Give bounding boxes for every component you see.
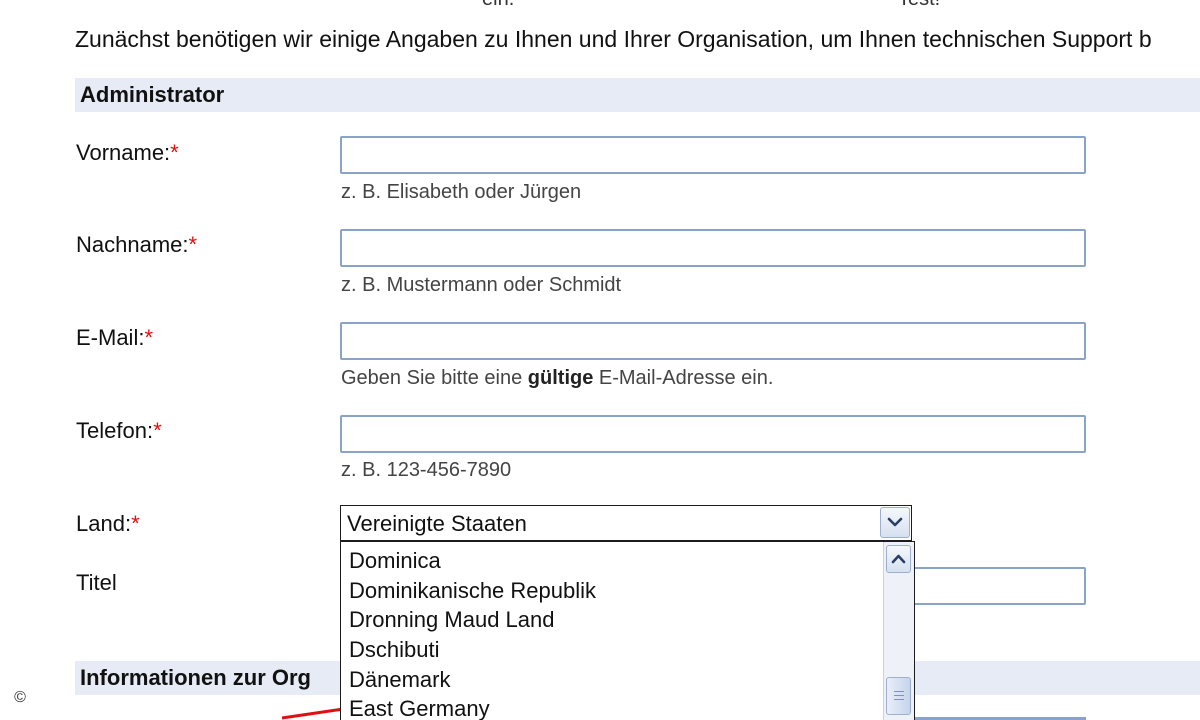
section-title-administrator: Administrator <box>80 82 225 107</box>
required-marker: * <box>131 511 140 536</box>
email-hint-bold: gültige <box>527 367 594 389</box>
email-hint-post: E-Mail-Adresse ein. <box>593 367 774 389</box>
section-bar-administrator <box>75 78 1200 112</box>
dropdown-option-dominikanische-republik[interactable]: Dominikanische Republik <box>349 578 596 604</box>
dropdown-option-dominica[interactable]: Dominica <box>349 548 441 574</box>
nachname-label: Nachname:* <box>76 232 197 258</box>
required-marker: * <box>144 325 154 350</box>
nachname-hint: z. B. Mustermann oder Schmidt <box>341 274 622 296</box>
nachname-input[interactable] <box>340 229 1086 267</box>
dropdown-option-east-germany[interactable]: East Germany <box>349 696 490 720</box>
telefon-label: Telefon:* <box>76 418 162 444</box>
email-hint-pre: Geben Sie bitte eine <box>341 367 528 389</box>
scroll-thumb[interactable] <box>886 677 911 715</box>
select-toggle-button[interactable] <box>880 507 910 538</box>
required-marker: * <box>153 418 162 443</box>
intro-text: Zunächst benötigen wir einige Angaben zu… <box>75 26 1152 52</box>
email-input[interactable] <box>340 322 1086 360</box>
land-dropdown-list[interactable]: Dominica Dominikanische Republik Dronnin… <box>340 541 915 720</box>
email-label-text: E-Mail: <box>76 325 145 350</box>
dropdown-scrollbar[interactable] <box>883 542 914 720</box>
grip-line <box>894 695 904 696</box>
required-marker: * <box>170 140 179 165</box>
vorname-label: Vorname:* <box>76 140 179 166</box>
telefon-input[interactable] <box>340 415 1086 453</box>
vorname-label-text: Vorname: <box>76 140 171 165</box>
grip-line <box>894 699 904 700</box>
cut-off-text-right: Test! <box>898 0 940 11</box>
chevron-up-icon <box>891 554 906 564</box>
vorname-input[interactable] <box>340 136 1086 174</box>
telefon-label-text: Telefon: <box>76 418 154 443</box>
chevron-down-icon <box>887 517 903 527</box>
vorname-hint: z. B. Elisabeth oder Jürgen <box>341 181 582 203</box>
land-selected-value: Vereinigte Staaten <box>347 511 527 536</box>
dropdown-option-daenemark[interactable]: Dänemark <box>349 667 450 693</box>
land-label-text: Land: <box>76 511 132 536</box>
section-title-organization: Informationen zur Org <box>80 665 311 690</box>
titel-label: Titel <box>76 570 117 595</box>
dropdown-option-dronning-maud-land[interactable]: Dronning Maud Land <box>349 607 554 633</box>
email-hint: Geben Sie bitte eine gültige E-Mail-Adre… <box>341 367 773 390</box>
scroll-up-button[interactable] <box>886 545 911 573</box>
land-select[interactable]: Vereinigte Staaten <box>340 505 912 541</box>
dropdown-option-dschibuti[interactable]: Dschibuti <box>349 637 439 663</box>
grip-line <box>894 691 904 692</box>
required-marker: * <box>188 232 198 257</box>
cut-off-text-left: ein. <box>482 0 514 11</box>
telefon-hint: z. B. 123-456-7890 <box>341 459 512 481</box>
email-label: E-Mail:* <box>76 325 153 351</box>
nachname-label-text: Nachname: <box>76 232 189 257</box>
copyright-icon: © <box>10 688 30 708</box>
land-label: Land:* <box>76 511 140 537</box>
